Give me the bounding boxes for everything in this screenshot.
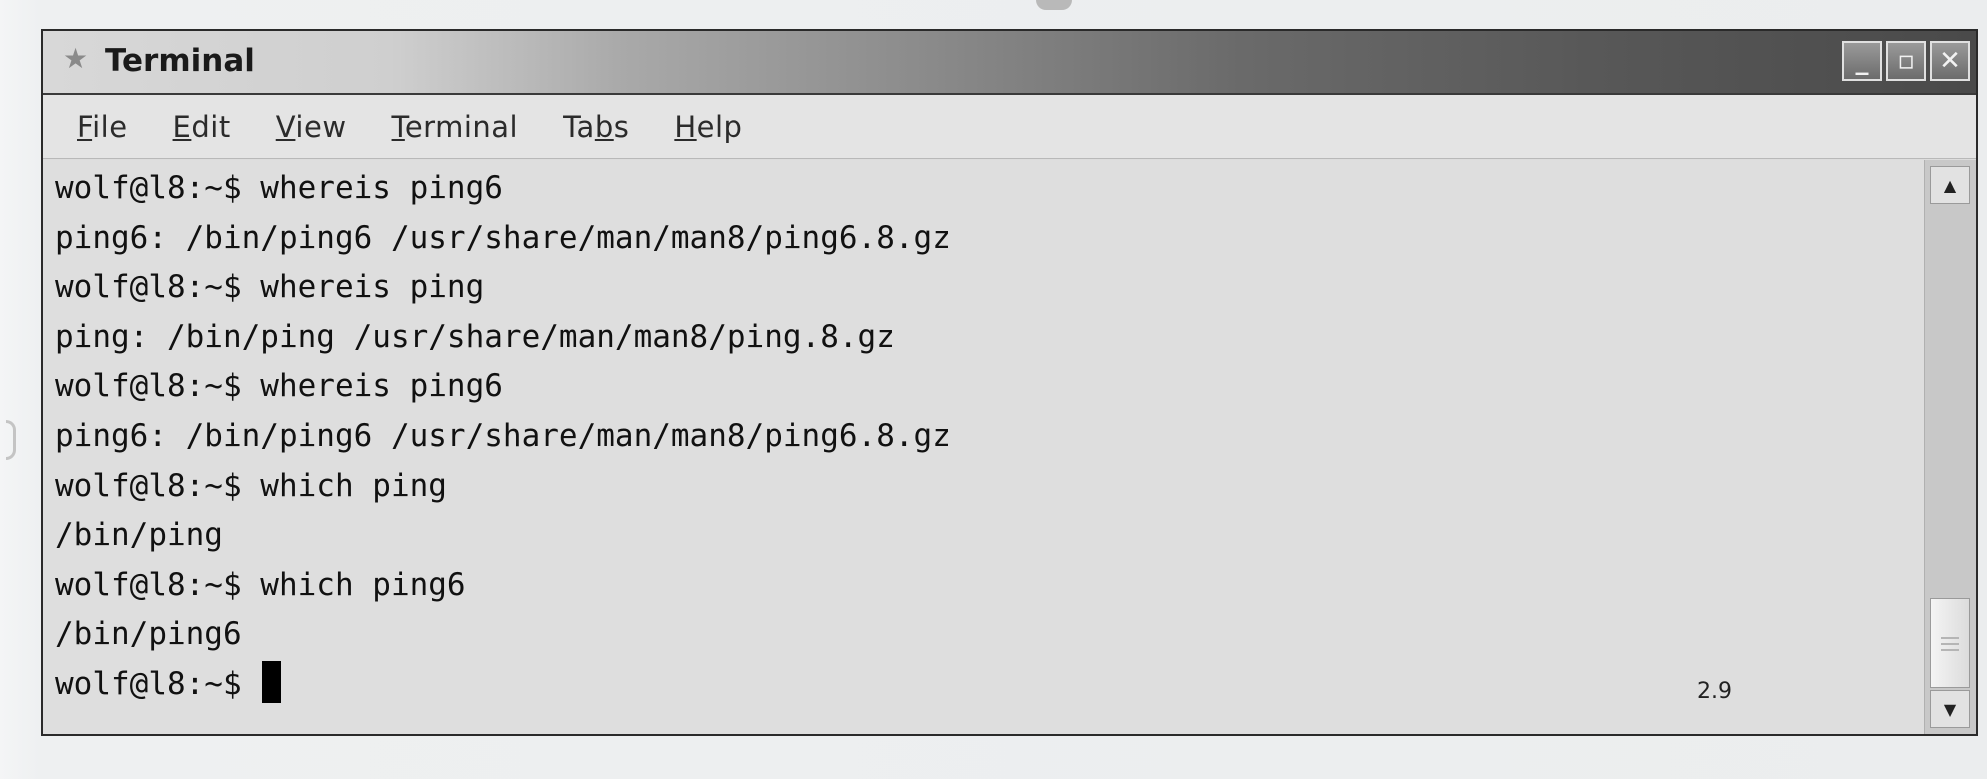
- terminal-line: ping: /bin/ping /usr/share/man/man8/ping…: [55, 318, 895, 355]
- terminal-line: wolf@l8:~$ whereis ping6: [55, 170, 503, 206]
- window-controls: _ ▫ ✕: [1842, 41, 1970, 81]
- menu-terminal-label: erminal: [404, 109, 519, 144]
- menu-tabs-mnemonic: b: [594, 109, 614, 144]
- menu-view-label: iew: [295, 109, 347, 144]
- menu-view[interactable]: View: [276, 110, 347, 144]
- menu-edit-label: dit: [191, 109, 231, 144]
- menu-edit[interactable]: Edit: [173, 110, 231, 144]
- terminal-prompt-line[interactable]: wolf@l8:~$: [55, 660, 1924, 710]
- minimize-icon[interactable]: _: [1842, 41, 1882, 81]
- background-decoration-left: [6, 420, 16, 460]
- menu-file-mnemonic: F: [77, 109, 93, 144]
- terminal-line: /bin/ping6: [55, 616, 242, 653]
- terminal-line: wolf@l8:~$ which ping6: [55, 566, 466, 603]
- terminal-line: ping6: /bin/ping6 /usr/share/man/man8/pi…: [55, 417, 951, 454]
- menu-help-label: elp: [696, 109, 743, 144]
- title-bar[interactable]: ★ Terminal _ ▫ ✕: [43, 31, 1976, 95]
- menu-edit-mnemonic: E: [172, 109, 192, 144]
- menu-tabs-label: s: [613, 109, 630, 144]
- terminal-line: wolf@l8:~$ which ping: [55, 467, 447, 504]
- scrollbar-grip: [1941, 643, 1959, 645]
- terminal-line: wolf@l8:~$ whereis ping6: [55, 368, 503, 405]
- page: ★ Terminal _ ▫ ✕ File Edit View Terminal…: [0, 0, 1987, 779]
- scroll-down-arrow-icon[interactable]: ▼: [1930, 690, 1970, 728]
- scrollbar-thumb[interactable]: [1930, 598, 1970, 688]
- maximize-icon[interactable]: ▫: [1886, 41, 1926, 81]
- menu-terminal-mnemonic: T: [391, 109, 405, 144]
- menu-file-label: ile: [92, 109, 128, 144]
- menu-bar: File Edit View Terminal Tabs Help: [43, 95, 1976, 159]
- menu-terminal[interactable]: Terminal: [392, 110, 519, 144]
- star-icon: ★: [63, 42, 89, 75]
- scroll-up-arrow-icon[interactable]: ▲: [1930, 166, 1970, 204]
- menu-help[interactable]: Help: [674, 110, 742, 144]
- terminal-window: ★ Terminal _ ▫ ✕ File Edit View Terminal…: [41, 29, 1978, 736]
- vertical-scrollbar[interactable]: ▲ ▼: [1924, 160, 1976, 734]
- scrollbar-grip: [1941, 637, 1959, 639]
- terminal-output[interactable]: wolf@l8:~$ whereis ping6 ping6: /bin/pin…: [43, 160, 1924, 734]
- terminal-prompt: wolf@l8:~$: [55, 665, 261, 702]
- scrollbar-grip: [1941, 649, 1959, 651]
- close-icon[interactable]: ✕: [1930, 41, 1970, 81]
- terminal-line: /bin/ping: [55, 517, 223, 554]
- terminal-line: ping6: /bin/ping6 /usr/share/man/man8/pi…: [55, 219, 951, 256]
- figure-label: 2.9: [1697, 679, 1732, 704]
- menu-tabs-prefix: Ta: [563, 109, 595, 144]
- text-cursor: [262, 661, 282, 704]
- menu-help-mnemonic: H: [674, 109, 697, 144]
- menu-file[interactable]: File: [77, 110, 128, 144]
- menu-view-mnemonic: V: [275, 109, 296, 144]
- window-title: Terminal: [105, 43, 255, 79]
- terminal-line: wolf@l8:~$ whereis ping: [55, 269, 485, 306]
- menu-tabs[interactable]: Tabs: [563, 110, 629, 144]
- background-decoration: [1036, 0, 1072, 10]
